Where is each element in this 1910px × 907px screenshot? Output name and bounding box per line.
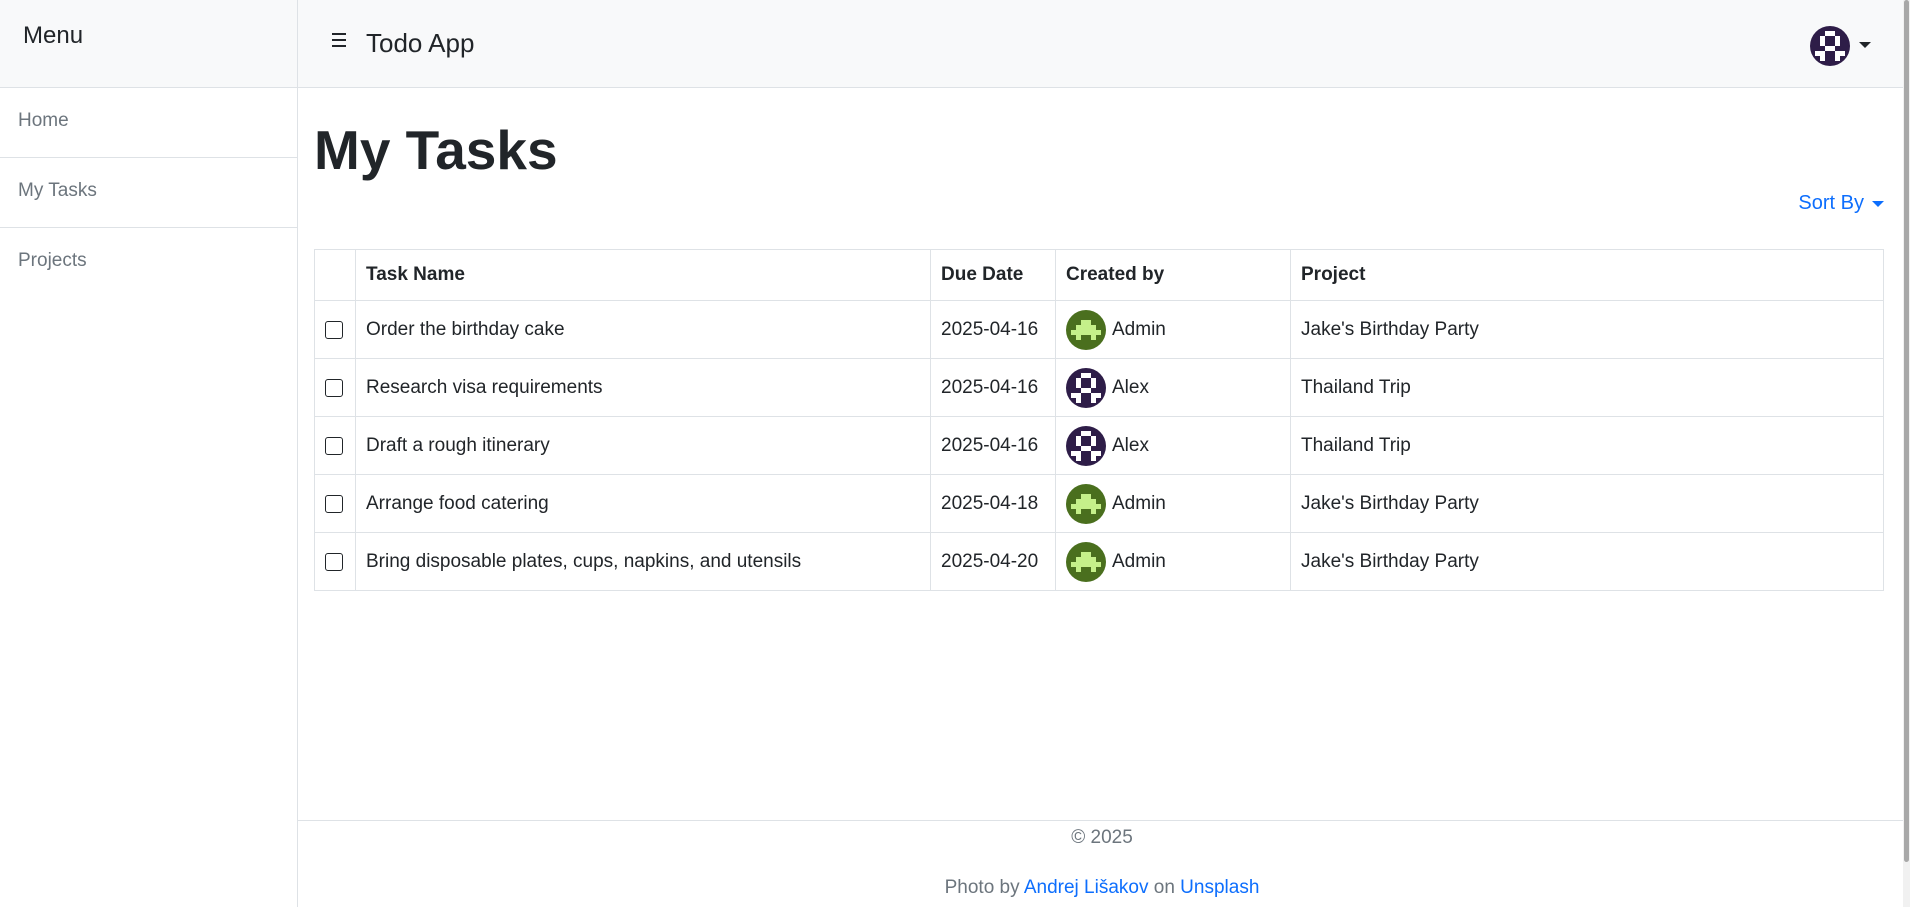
chevron-down-icon: [1872, 200, 1884, 207]
sort-by-label: Sort By: [1798, 192, 1864, 214]
task-checkbox[interactable]: [325, 552, 343, 571]
main-content: My Tasks Sort By Task Name Due Date Crea…: [298, 88, 1906, 818]
table-row: Research visa requirements 2025-04-16 Al…: [314, 358, 1884, 417]
admin-avatar-icon: [1066, 309, 1106, 350]
task-creator: Admin: [1112, 492, 1166, 514]
sidebar: Menu Home My Tasks Projects: [0, 0, 298, 907]
menu-toggle-icon[interactable]: [332, 33, 346, 47]
task-checkbox[interactable]: [325, 320, 343, 339]
page-scrollbar[interactable]: [1903, 0, 1910, 907]
user-avatar-icon: [1810, 26, 1850, 66]
task-due-date: 2025-04-16: [930, 358, 1056, 417]
alex-avatar-icon: [1066, 367, 1106, 408]
header-task-name[interactable]: Task Name: [355, 249, 931, 301]
table-row: Draft a rough itinerary 2025-04-16 Alex …: [314, 416, 1884, 475]
task-due-date: 2025-04-18: [930, 474, 1056, 533]
task-creator: Alex: [1112, 434, 1149, 456]
alex-avatar-icon: [1066, 425, 1106, 466]
top-navbar: Todo App: [298, 0, 1906, 88]
sidebar-item-home[interactable]: Home: [0, 88, 297, 158]
task-checkbox[interactable]: [325, 378, 343, 397]
table-row: Bring disposable plates, cups, napkins, …: [314, 532, 1884, 591]
sidebar-heading: Menu: [0, 0, 297, 88]
task-due-date: 2025-04-16: [930, 416, 1056, 475]
sidebar-item-my-tasks[interactable]: My Tasks: [0, 158, 297, 228]
task-project: Jake's Birthday Party: [1290, 474, 1884, 533]
task-project: Jake's Birthday Party: [1290, 532, 1884, 591]
header-created-by[interactable]: Created by: [1055, 249, 1291, 301]
task-checkbox[interactable]: [325, 436, 343, 455]
chevron-down-icon: [1859, 42, 1871, 48]
app-title: Todo App: [366, 28, 475, 58]
copyright-text: © 2025: [1071, 827, 1133, 848]
task-name[interactable]: Bring disposable plates, cups, napkins, …: [355, 532, 931, 591]
photographer-link[interactable]: Andrej Lišakov: [1024, 877, 1149, 898]
task-name[interactable]: Order the birthday cake: [355, 300, 931, 359]
sort-by-dropdown[interactable]: Sort By: [1798, 192, 1884, 215]
header-checkbox-cell: [314, 249, 356, 301]
unsplash-link[interactable]: Unsplash: [1180, 877, 1259, 898]
sidebar-nav: Home My Tasks Projects: [0, 88, 297, 298]
footer: © 2025 Photo by Andrej Lišakov on Unspla…: [298, 820, 1906, 907]
table-header-row: Task Name Due Date Created by Project: [314, 249, 1884, 301]
page-title: My Tasks: [314, 119, 558, 181]
task-name[interactable]: Research visa requirements: [355, 358, 931, 417]
sidebar-item-projects[interactable]: Projects: [0, 228, 297, 298]
task-due-date: 2025-04-16: [930, 300, 1056, 359]
photo-credit-prefix: Photo by: [944, 877, 1020, 898]
task-project: Jake's Birthday Party: [1290, 300, 1884, 359]
task-name[interactable]: Draft a rough itinerary: [355, 416, 931, 475]
tasks-table: Task Name Due Date Created by Project Or…: [314, 249, 1884, 591]
task-creator-cell: Admin: [1055, 474, 1291, 533]
task-project: Thailand Trip: [1290, 416, 1884, 475]
table-row: Arrange food catering 2025-04-18 Admin J…: [314, 474, 1884, 533]
task-creator-cell: Alex: [1055, 416, 1291, 475]
header-due-date[interactable]: Due Date: [930, 249, 1056, 301]
table-row: Order the birthday cake 2025-04-16 Admin…: [314, 300, 1884, 359]
header-project[interactable]: Project: [1290, 249, 1884, 301]
task-creator: Alex: [1112, 376, 1149, 398]
user-menu-dropdown[interactable]: [1810, 26, 1872, 66]
task-due-date: 2025-04-20: [930, 532, 1056, 591]
admin-avatar-icon: [1066, 541, 1106, 582]
task-checkbox[interactable]: [325, 494, 343, 513]
task-name[interactable]: Arrange food catering: [355, 474, 931, 533]
photo-credit: Photo by Andrej Lišakov on Unsplash: [298, 877, 1906, 899]
task-creator-cell: Alex: [1055, 358, 1291, 417]
task-creator-cell: Admin: [1055, 532, 1291, 591]
task-creator: Admin: [1112, 550, 1166, 572]
task-creator: Admin: [1112, 318, 1166, 340]
task-project: Thailand Trip: [1290, 358, 1884, 417]
admin-avatar-icon: [1066, 483, 1106, 524]
scrollbar-thumb[interactable]: [1904, 0, 1909, 862]
photo-credit-on: on: [1153, 877, 1175, 898]
task-creator-cell: Admin: [1055, 300, 1291, 359]
